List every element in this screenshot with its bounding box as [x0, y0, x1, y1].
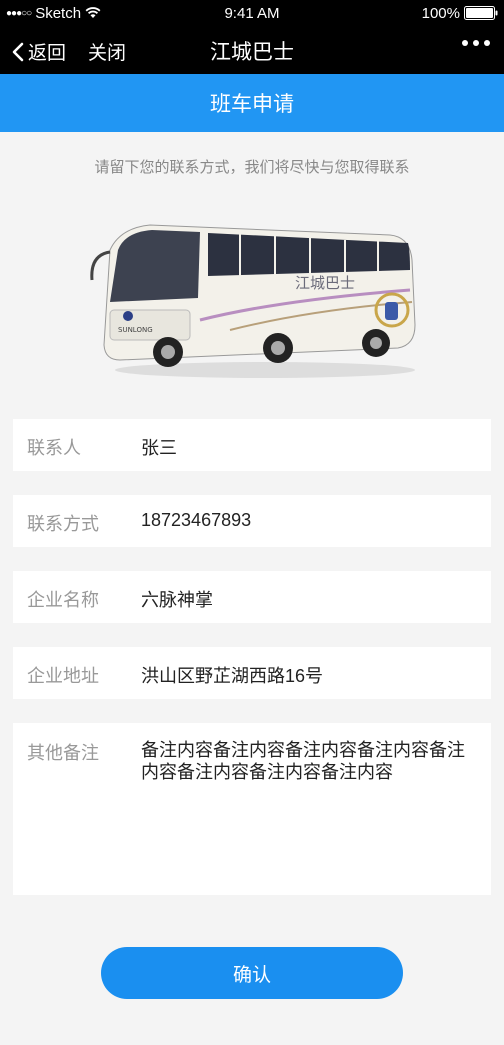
company-address-input[interactable]: 洪山区野芷湖西路16号	[141, 662, 323, 688]
contact-person-field[interactable]: 联系人 张三	[13, 419, 491, 471]
signal-icon: ●●●○○	[6, 7, 32, 19]
bus-brand-text: SUNLONG	[118, 326, 153, 334]
more-dot-icon	[484, 40, 490, 46]
phone-label: 联系方式	[27, 514, 99, 534]
contact-person-label: 联系人	[27, 438, 81, 458]
company-name-input[interactable]: 六脉神掌	[141, 586, 213, 612]
subtitle-text: 请留下您的联系方式，我们将尽快与您取得联系	[94, 159, 410, 176]
battery-icon	[464, 6, 498, 20]
notes-textarea[interactable]: 备注内容备注内容备注内容备注内容备注内容备注内容备注内容备注内容	[141, 739, 471, 783]
status-bar: ●●●○○ Sketch 9:41 AM 100%	[0, 0, 504, 26]
status-right: 100%	[422, 5, 498, 22]
company-address-field[interactable]: 企业地址 洪山区野芷湖西路16号	[13, 647, 491, 699]
nav-title: 江城巴士	[210, 41, 294, 64]
nav-bar: 返回 关闭 江城巴士	[0, 26, 504, 74]
more-options-button[interactable]	[462, 40, 490, 46]
company-name-label: 企业名称	[27, 590, 99, 610]
phone-field[interactable]: 联系方式 18723467893	[13, 495, 491, 547]
phone-input[interactable]: 18723467893	[141, 510, 251, 531]
company-address-label: 企业地址	[27, 666, 99, 686]
status-left: ●●●○○ Sketch	[6, 5, 101, 22]
battery-percent: 100%	[421, 4, 460, 22]
more-dot-icon	[473, 40, 479, 46]
wifi-icon	[85, 7, 101, 19]
notes-label: 其他备注	[27, 743, 99, 763]
bus-side-text: 江城巴士	[295, 274, 355, 292]
bus-illustration: 江城巴士 SUNLONG	[90, 224, 416, 378]
more-dot-icon	[462, 40, 468, 46]
confirm-button[interactable]: 确认	[101, 947, 403, 999]
carrier-name: Sketch	[35, 4, 82, 22]
contact-person-input[interactable]: 张三	[141, 434, 177, 460]
page-title: 班车申请	[0, 74, 504, 132]
company-name-field[interactable]: 企业名称 六脉神掌	[13, 571, 491, 623]
notes-field[interactable]: 其他备注 备注内容备注内容备注内容备注内容备注内容备注内容备注内容备注内容	[13, 723, 491, 895]
